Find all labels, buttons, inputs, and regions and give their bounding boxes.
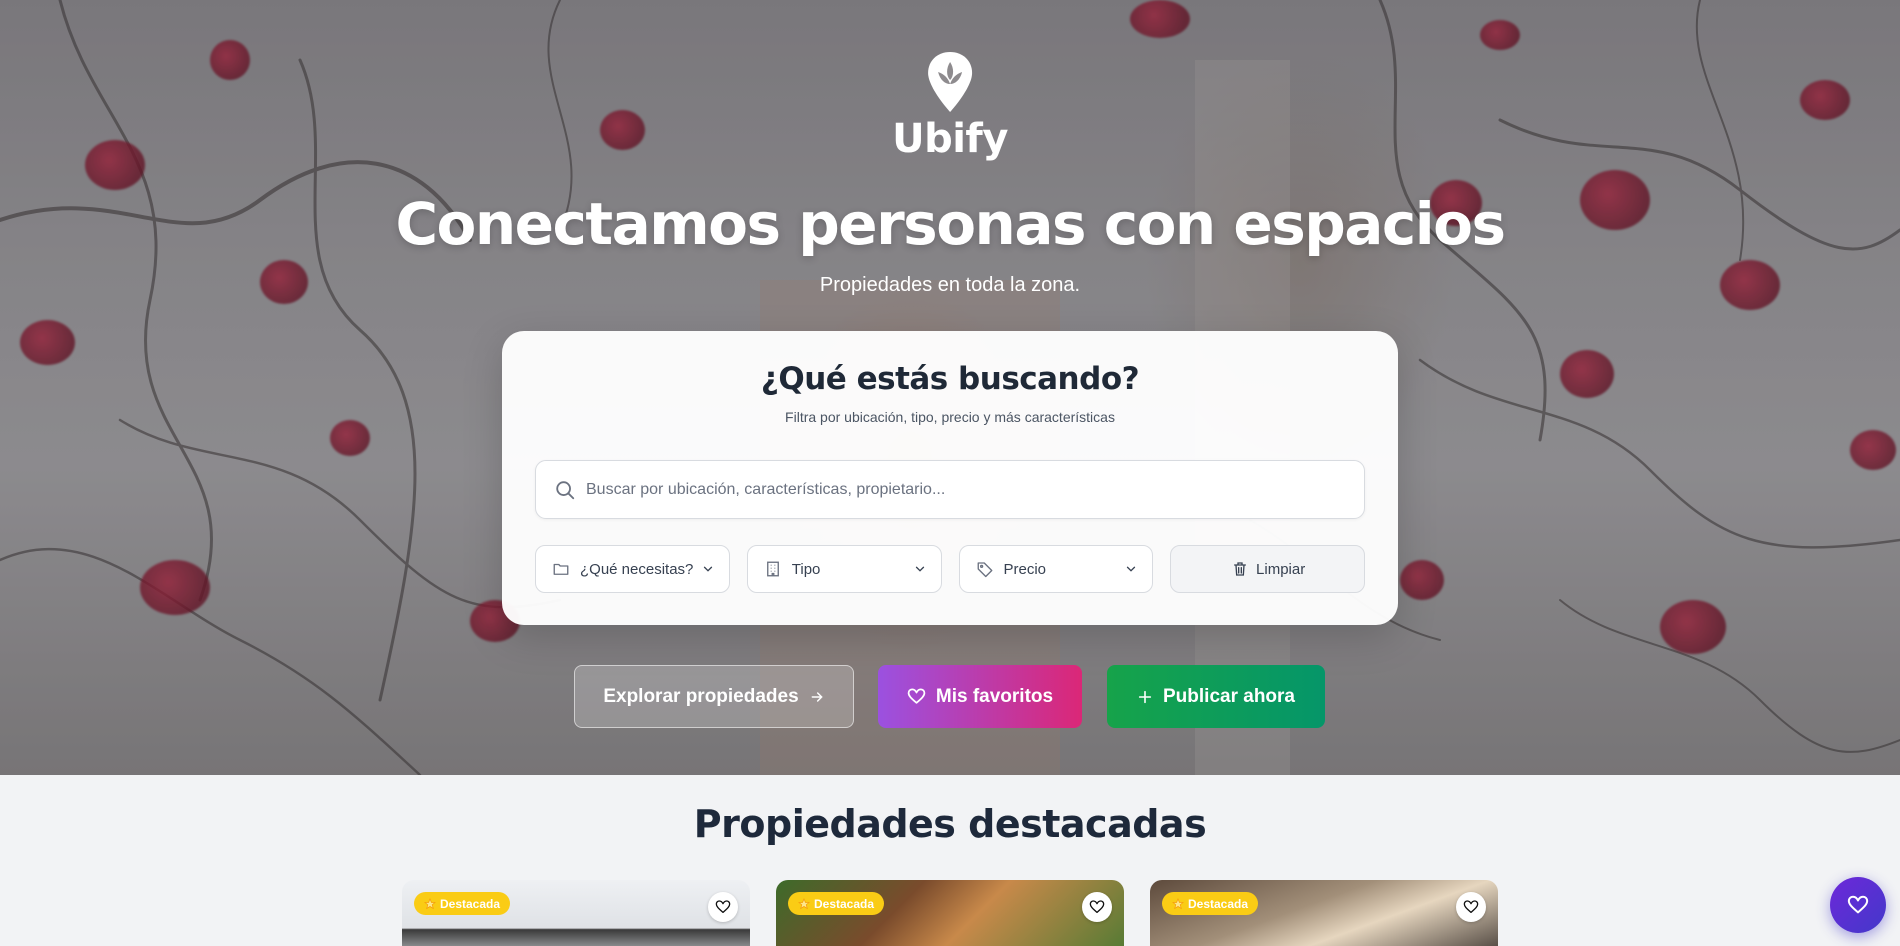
star-icon [1172,897,1184,909]
featured-badge: Destacada [414,892,511,915]
featured-section-title: Propiedades destacadas [693,802,1207,846]
clear-filters-label: Limpiar [1256,560,1306,578]
search-card-subtitle: Filtra por ubicación, tipo, precio y más… [785,409,1115,425]
heart-icon [907,688,926,704]
search-card: ¿Qué estás buscando? Filtra por ubicació… [502,331,1398,625]
chevron-down-icon [703,566,712,572]
chevron-down-icon [915,566,924,572]
folder-icon [553,563,569,575]
star-icon [798,897,810,909]
featured-badge: Destacada [1162,892,1259,915]
hero-section: Ubify Conectamos personas con espacios P… [0,0,1900,775]
heart-icon [1089,900,1105,913]
my-favorites-label: Mis favoritos [935,685,1054,707]
trash-icon [1234,562,1247,576]
search-card-title: ¿Qué estás buscando? [760,361,1140,397]
search-bar[interactable] [535,460,1365,519]
need-select-label: ¿Qué necesitas? [580,560,694,578]
chevron-down-icon [1127,566,1136,572]
building-icon [766,561,779,577]
heart-icon [1847,895,1869,914]
explore-properties-label: Explorar propiedades [603,685,799,707]
publish-now-label: Publicar ahora [1163,685,1295,707]
search-input[interactable] [586,480,1364,499]
brand-logo-icon [928,52,972,112]
arrow-right-icon [811,691,823,702]
property-card[interactable]: Destacada [1150,880,1498,946]
publish-now-button[interactable]: Publicar ahora [1107,665,1325,728]
featured-badge-label: Destacada [1188,896,1249,911]
featured-badge-label: Destacada [814,896,875,911]
hero-subline: Propiedades en toda la zona. [819,274,1081,296]
type-select[interactable]: Tipo [746,545,942,593]
brand-logo[interactable]: Ubify [892,50,1008,162]
heart-icon [1463,900,1479,913]
property-card[interactable]: Destacada [402,880,750,946]
filter-row: ¿Qué necesitas? Tipo Precio Limpiar [535,545,1365,593]
clear-filters-button[interactable]: Limpiar [1170,545,1365,593]
favorite-toggle-button[interactable] [1082,892,1112,922]
type-select-label: Tipo [791,560,821,578]
search-icon [556,480,575,499]
featured-badge: Destacada [788,892,885,915]
explore-properties-button[interactable]: Explorar propiedades [574,665,854,728]
floating-favorites-button[interactable] [1830,877,1886,933]
price-select-label: Precio [1003,560,1047,578]
favorite-toggle-button[interactable] [1456,892,1486,922]
my-favorites-button[interactable]: Mis favoritos [878,665,1082,728]
need-select[interactable]: ¿Qué necesitas? [535,545,730,593]
brand-name: Ubify [892,116,1008,162]
price-select[interactable]: Precio [958,545,1154,593]
plus-icon [1138,690,1152,703]
favorite-toggle-button[interactable] [708,892,738,922]
tag-icon [977,562,992,578]
star-icon [424,897,436,909]
property-card[interactable]: Destacada [776,880,1124,946]
featured-badge-label: Destacada [440,896,501,911]
heart-icon [715,900,731,913]
hero-headline: Conectamos personas con espacios [395,190,1506,258]
